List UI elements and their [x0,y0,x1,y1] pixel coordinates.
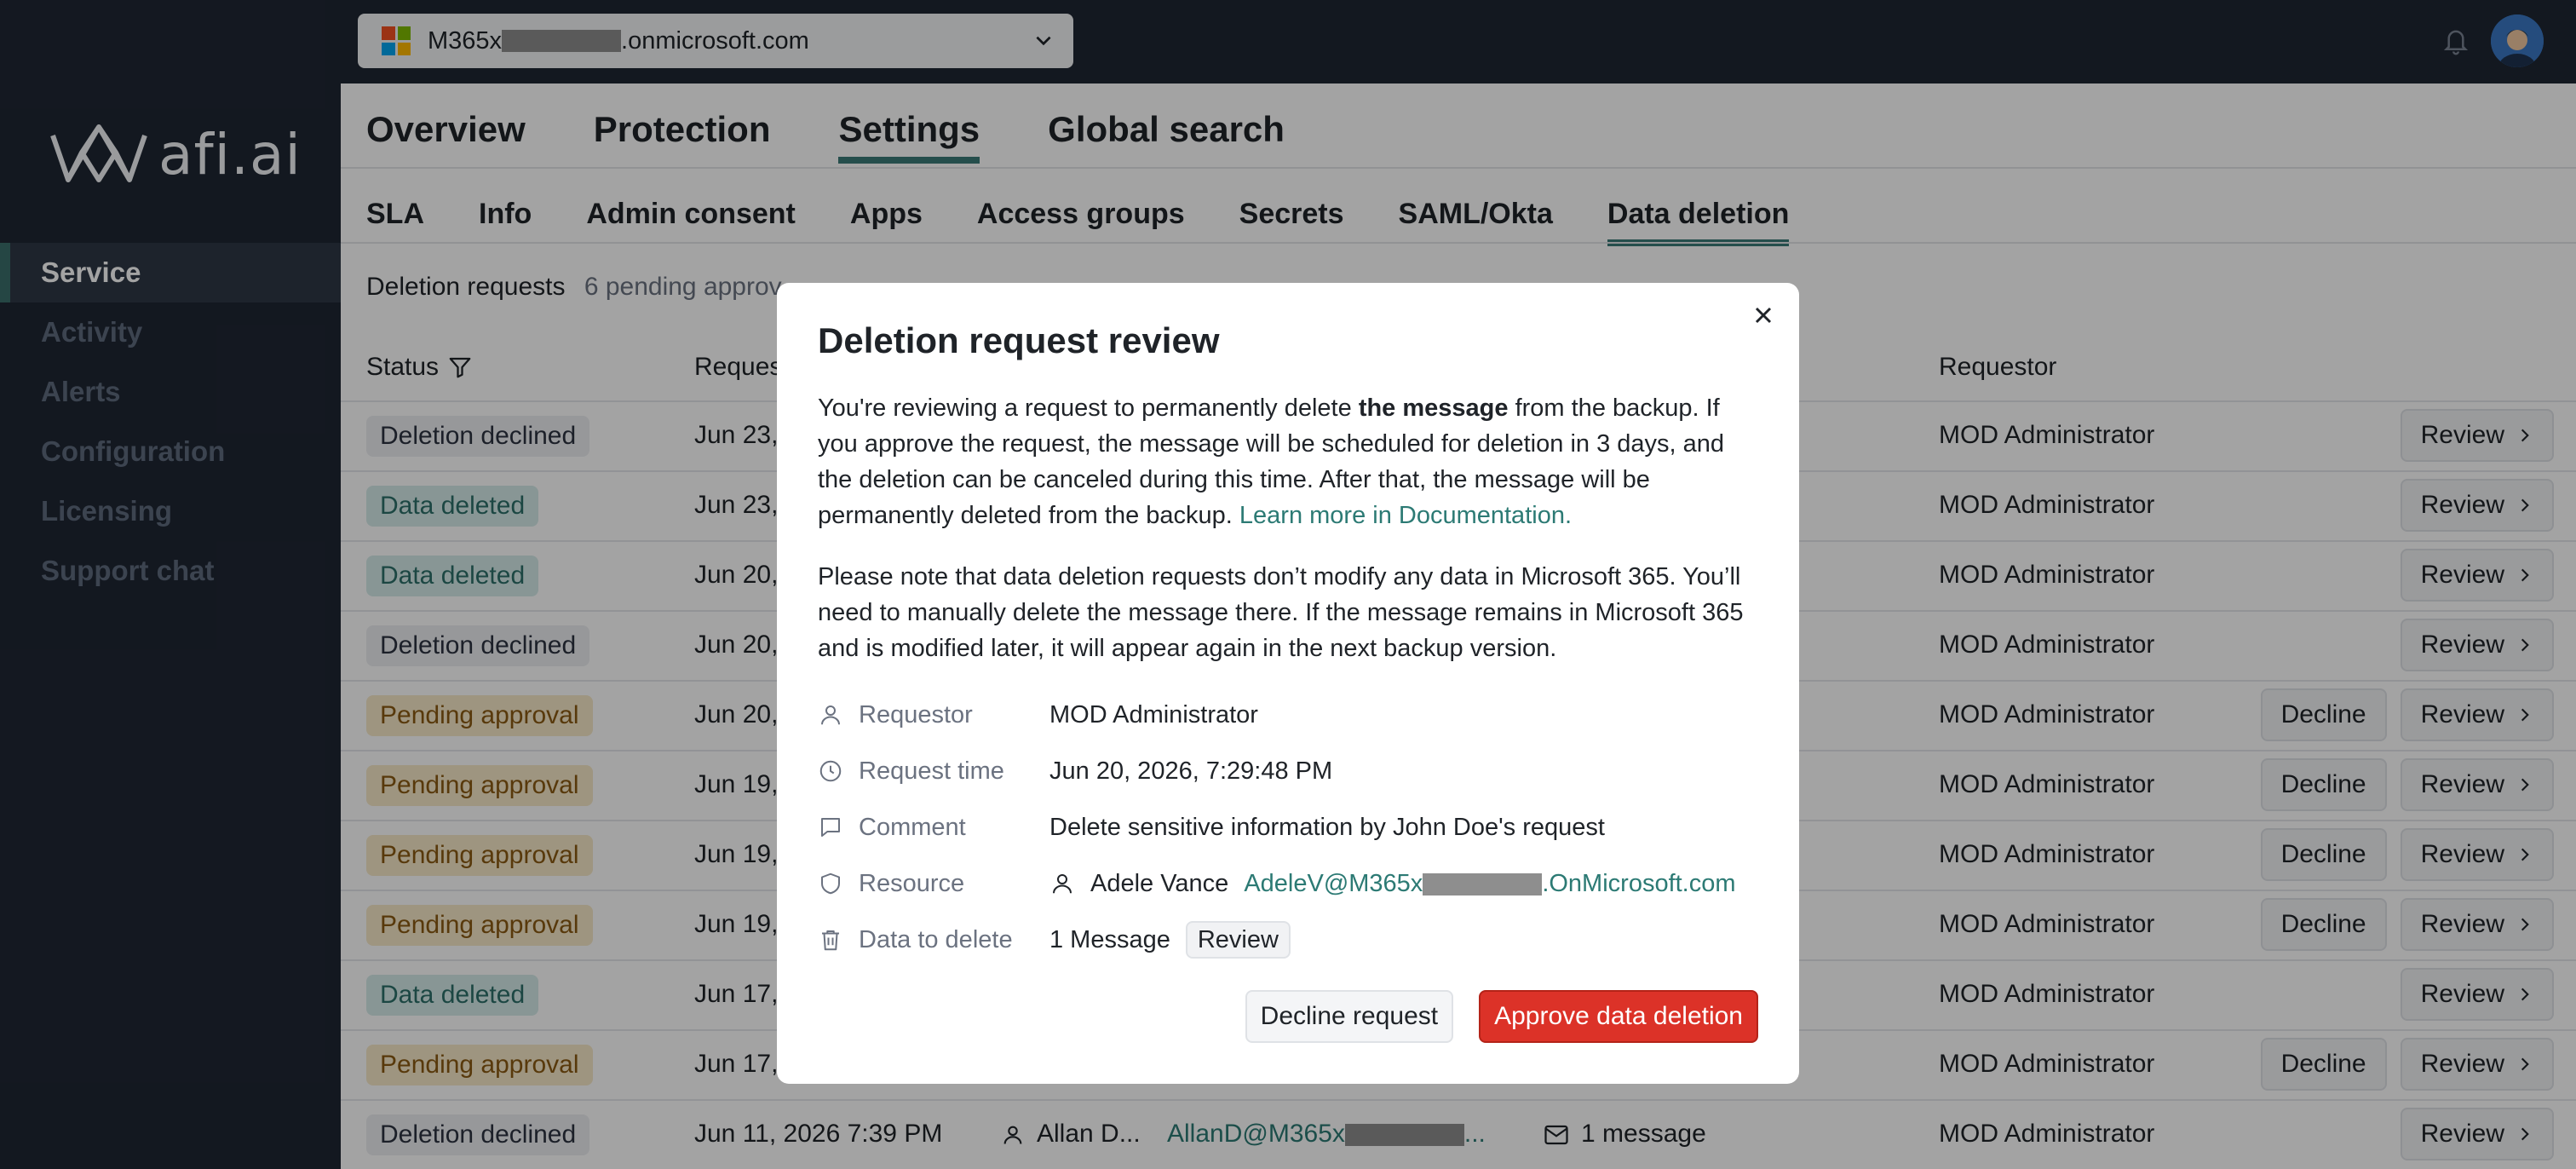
shield-icon [821,872,840,895]
comment-label: Comment [859,813,966,841]
detail-label: Data to delete [818,926,1049,954]
user-icon [1053,874,1072,894]
time-label: Request time [859,757,1004,785]
resource-email-prefix: AdeleV@M365x [1244,869,1423,897]
comment-icon [821,818,840,837]
resource-email-suffix: .OnMicrosoft.com [1542,869,1736,897]
user-icon [821,705,840,725]
comment-value: Delete sensitive information by John Doe… [1049,813,1605,841]
dialog-title: Deletion request review [818,320,1220,360]
decline-request-button[interactable]: Decline request [1245,990,1454,1043]
dialog-description: You're reviewing a request to permanentl… [818,390,1758,533]
detail-label: Requestor [818,701,1049,729]
data-value: 1 Message Review [1049,921,1291,959]
deletion-review-dialog: Deletion request review You're reviewing… [777,283,1799,1084]
detail-row-resource: Resource Adele Vance AdeleV@M365x .OnMicr… [818,855,1758,912]
detail-row-time: Request time Jun 20, 2026, 7:29:48 PM [818,743,1758,799]
resource-label: Resource [859,869,965,897]
detail-label: Resource [818,870,1049,898]
close-icon[interactable] [1750,302,1777,329]
resource-value: Adele Vance AdeleV@M365x .OnMicrosoft.com [1049,870,1736,898]
time-value: Jun 20, 2026, 7:29:48 PM [1049,757,1333,785]
resource-name: Adele Vance [1090,869,1229,897]
description-part-a: You're reviewing a request to permanentl… [818,394,1359,422]
resource-email[interactable]: AdeleV@M365x .OnMicrosoft.com [1244,870,1735,898]
requestor-value: MOD Administrator [1049,700,1258,728]
data-label: Data to delete [859,925,1013,953]
clock-icon [819,760,842,782]
description-emphasis: the message [1358,394,1509,422]
request-details: Requestor MOD Administrator Request time… [818,687,1758,968]
dialog-footer: Decline request Approve data deletion [1245,990,1758,1043]
trash-icon [822,930,839,951]
detail-label: Comment [818,814,1049,842]
dialog-note: Please note that data deletion requests … [818,563,1744,662]
requestor-label: Requestor [859,700,973,728]
detail-row-requestor: Requestor MOD Administrator [818,687,1758,743]
detail-label: Request time [818,757,1049,786]
data-count: 1 Message [1049,925,1170,953]
detail-row-comment: Comment Delete sensitive information by … [818,799,1758,855]
data-review-button[interactable]: Review [1185,921,1291,959]
redacted-block [1423,872,1543,895]
approve-deletion-button[interactable]: Approve data deletion [1479,990,1758,1043]
documentation-link[interactable]: Learn more in Documentation. [1239,502,1572,529]
detail-row-data: Data to delete 1 Message Review [818,912,1758,968]
